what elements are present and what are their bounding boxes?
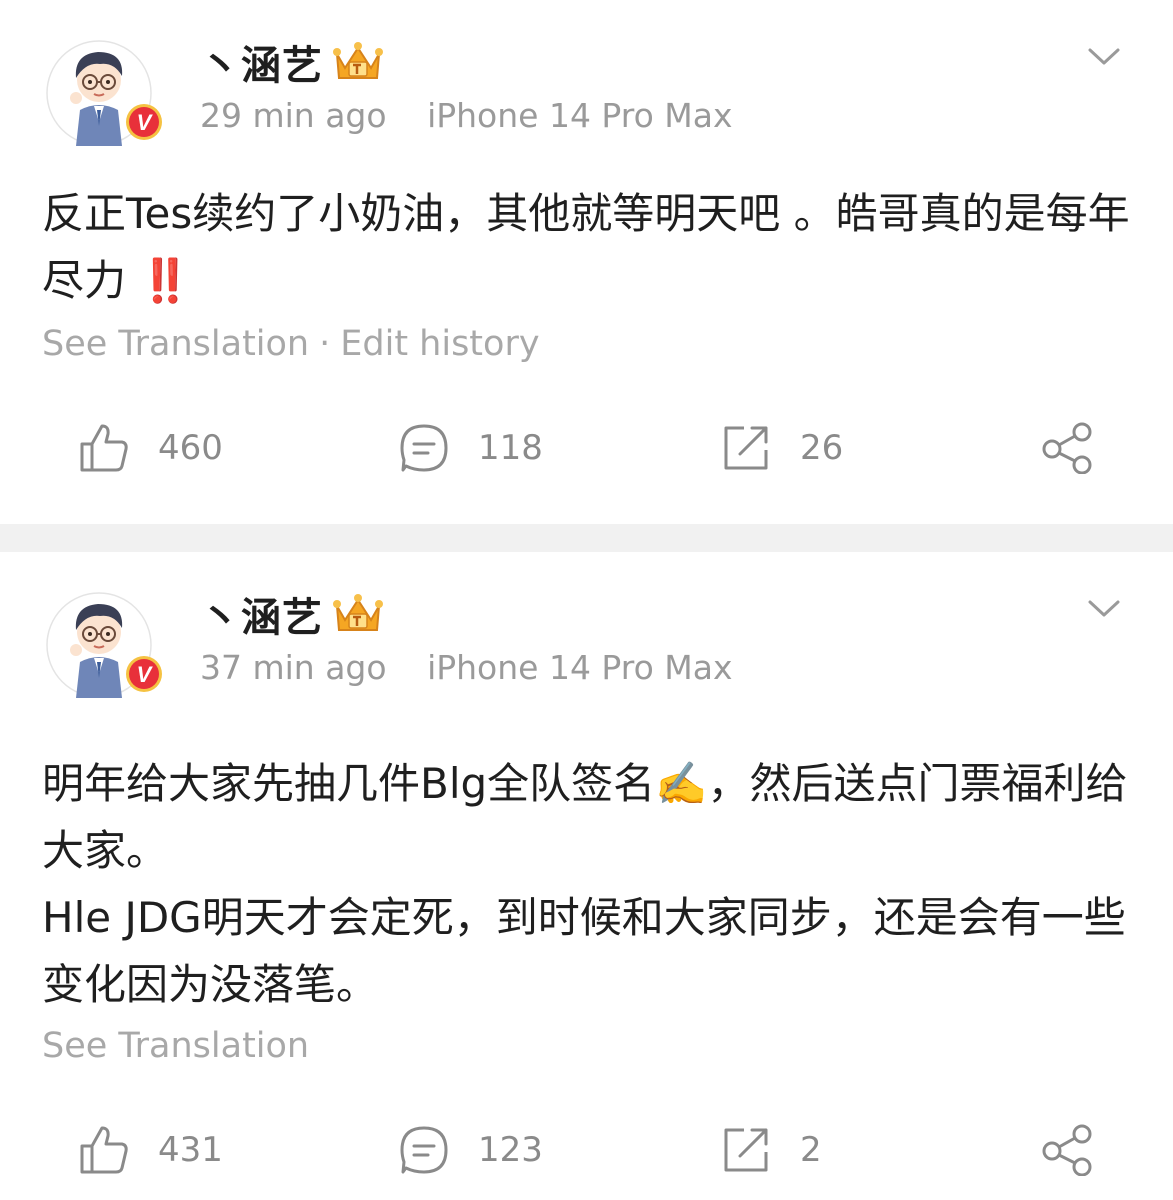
- verified-badge-icon: V: [126, 656, 162, 692]
- comment-button[interactable]: 123: [398, 1120, 543, 1180]
- like-button[interactable]: 431: [78, 1120, 223, 1180]
- thumbs-up-icon: [80, 424, 128, 472]
- crown-badge-icon[interactable]: [331, 590, 385, 638]
- svg-text:V: V: [137, 110, 154, 135]
- repost-count: 26: [800, 428, 844, 468]
- share-icon: [1042, 1124, 1092, 1176]
- post-text: Hle JDG明天才会定死，到时候和大家同步，还是会有一些变化因为没落笔。: [42, 893, 1126, 1009]
- post-links: See Translation · Edit history: [42, 324, 540, 364]
- author-row: 丶涵艺: [200, 586, 385, 642]
- post-content: 反正Tes续约了小奶油，其他就等明天吧 。皓哥真的是每年尽力 ‼️: [42, 180, 1132, 314]
- see-translation-link[interactable]: See Translation: [42, 324, 309, 364]
- repost-count: 2: [800, 1130, 822, 1170]
- post-time: 37 min ago: [200, 648, 387, 687]
- chevron-down-icon[interactable]: [1084, 40, 1124, 72]
- chevron-down-icon[interactable]: [1084, 592, 1124, 624]
- weibo-post: V 丶涵艺 29 min ago iPhone 14 Pro Max 反正Tes…: [0, 0, 1173, 524]
- comment-button[interactable]: 118: [398, 418, 543, 478]
- post-device: iPhone 14 Pro Max: [427, 96, 733, 135]
- post-time: 29 min ago: [200, 96, 387, 135]
- edit-history-link[interactable]: Edit history: [340, 324, 539, 364]
- link-separator: ·: [319, 324, 331, 364]
- repost-button[interactable]: 2: [720, 1120, 822, 1180]
- like-count: 431: [158, 1130, 223, 1170]
- post-meta: 29 min ago iPhone 14 Pro Max: [200, 96, 733, 135]
- post-links: See Translation: [42, 1026, 309, 1066]
- crown-badge-icon[interactable]: [331, 38, 385, 86]
- comment-count: 123: [478, 1130, 543, 1170]
- repost-button[interactable]: 26: [720, 418, 843, 478]
- comment-icon: [400, 1126, 448, 1174]
- username[interactable]: 丶涵艺: [200, 33, 323, 91]
- repost-icon: [724, 426, 768, 470]
- like-count: 460: [158, 428, 223, 468]
- repost-icon: [724, 1128, 768, 1172]
- post-meta: 37 min ago iPhone 14 Pro Max: [200, 648, 733, 687]
- thumbs-up-icon: [80, 1126, 128, 1174]
- username[interactable]: 丶涵艺: [200, 585, 323, 643]
- share-button[interactable]: [1040, 1120, 1096, 1180]
- author-row: 丶涵艺: [200, 34, 385, 90]
- verified-badge-icon: V: [126, 104, 162, 140]
- exclamation-emoji: ‼️: [139, 256, 191, 305]
- like-button[interactable]: 460: [78, 418, 223, 478]
- share-button[interactable]: [1040, 418, 1096, 478]
- weibo-post: V 丶涵艺 37 min ago iPhone 14 Pro Max 明年给大家…: [0, 552, 1173, 1200]
- see-translation-link[interactable]: See Translation: [42, 1026, 309, 1066]
- post-device: iPhone 14 Pro Max: [427, 648, 733, 687]
- share-icon: [1042, 422, 1092, 474]
- post-divider: [0, 524, 1173, 552]
- comment-count: 118: [478, 428, 543, 468]
- action-bar: 460 118 26: [0, 418, 1173, 478]
- post-text: 反正Tes续约了小奶油，其他就等明天吧 。皓哥真的是每年尽力: [42, 189, 1130, 305]
- svg-text:V: V: [137, 662, 154, 687]
- action-bar: 431 123 2: [0, 1120, 1173, 1180]
- post-text: 明年给大家先抽几件Blg全队签名✍️，然后送点门票福利给大家。: [42, 759, 1128, 875]
- post-content: 明年给大家先抽几件Blg全队签名✍️，然后送点门票福利给大家。 Hle JDG明…: [42, 750, 1132, 1018]
- comment-icon: [400, 424, 448, 472]
